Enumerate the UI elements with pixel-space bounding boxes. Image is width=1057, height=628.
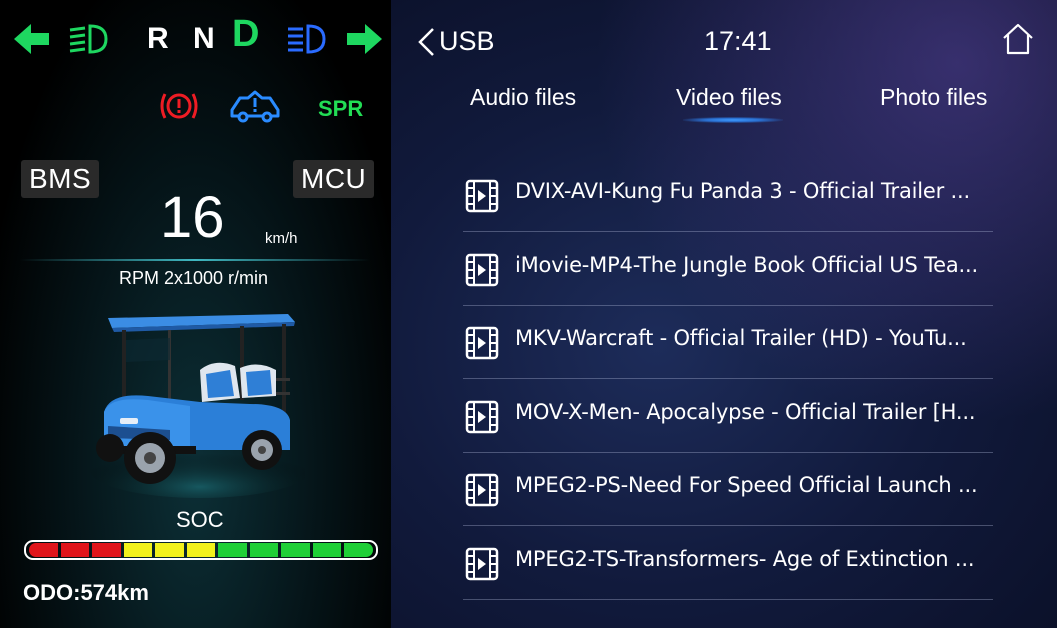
active-tab-indicator (683, 117, 783, 123)
speed-unit: km/h (265, 230, 298, 247)
video-file-icon (465, 179, 499, 218)
screen: R N D SPR BMS MCU 16 km/h RPM 2x1000 r/m… (0, 0, 1057, 628)
video-file-item[interactable]: MPEG2-PS-Need For Speed Official Launch … (463, 451, 993, 526)
source-title: USB (439, 26, 495, 56)
video-file-name: MPEG2-TS-Transformers- Age of Extinction… (515, 546, 975, 571)
video-file-icon (465, 400, 499, 439)
video-file-item[interactable]: MKV-Warcraft - Official Trailer (HD) - Y… (463, 304, 993, 379)
soc-battery-bar (24, 540, 378, 560)
tab-photo-files[interactable]: Photo files (880, 84, 987, 111)
spr-indicator: SPR (318, 96, 364, 121)
arrow-right-icon (347, 24, 382, 54)
gear-n: N (193, 22, 215, 55)
video-file-name: iMovie-MP4-The Jungle Book Official US T… (515, 252, 978, 277)
odometer: ODO:574km (23, 580, 149, 605)
soc-segment (155, 543, 184, 557)
video-file-item[interactable]: DVIX-AVI-Kung Fu Panda 3 - Official Trai… (463, 157, 993, 232)
tab-audio-files[interactable]: Audio files (470, 84, 576, 111)
soc-segment (344, 543, 374, 557)
media-panel: USB 17:41 Audio files Video files Photo … (391, 0, 1057, 628)
soc-segment (281, 543, 310, 557)
speed-value: 16 (160, 185, 225, 250)
video-file-item[interactable]: MPEG2-TS-Transformers- Age of Extinction… (463, 525, 993, 600)
golf-cart-image (90, 314, 305, 498)
video-file-name: MOV-X-Men- Apocalypse - Official Trailer… (515, 399, 976, 424)
tab-video-files[interactable]: Video files (676, 84, 782, 111)
video-file-item[interactable]: MOV-X-Men- Apocalypse - Official Trailer… (463, 378, 993, 453)
video-file-icon (465, 326, 499, 365)
soc-segment (123, 543, 153, 557)
high-beam-icon (288, 24, 326, 54)
video-file-name: DVIX-AVI-Kung Fu Panda 3 - Official Trai… (515, 179, 970, 203)
back-button[interactable]: USB (417, 26, 495, 57)
bms-button[interactable]: BMS (21, 160, 100, 198)
speed-divider (20, 259, 370, 261)
brake-warning-icon (160, 93, 198, 119)
video-file-icon (465, 473, 499, 512)
rpm-readout: RPM 2x1000 r/min (119, 268, 269, 288)
chevron-left-icon (418, 27, 434, 56)
gear-indicator-bar: R N D (10, 13, 390, 62)
soc-segment (186, 543, 216, 557)
vehicle-fault-icon (230, 90, 280, 123)
soc-label: SOC (176, 507, 224, 532)
soc-segment (60, 543, 90, 557)
arrow-left-icon (14, 24, 49, 54)
home-icon[interactable] (1001, 22, 1035, 56)
video-file-icon (465, 547, 499, 586)
soc-segment (218, 543, 247, 557)
mcu-button[interactable]: MCU (293, 160, 375, 198)
video-file-name: MPEG2-PS-Need For Speed Official Launch … (515, 473, 978, 497)
clock: 17:41 (704, 26, 772, 56)
video-file-name: MKV-Warcraft - Official Trailer (HD) - Y… (515, 326, 967, 350)
low-beam-icon (69, 24, 108, 54)
gear-r: R (147, 22, 169, 55)
video-file-item[interactable]: iMovie-MP4-The Jungle Book Official US T… (463, 231, 993, 306)
soc-segment (29, 543, 58, 557)
video-file-icon (465, 253, 499, 292)
soc-segment (249, 543, 279, 557)
dashboard-panel: R N D SPR BMS MCU 16 km/h RPM 2x1000 r/m… (0, 0, 391, 628)
soc-segment (92, 543, 121, 557)
gear-d: D (232, 13, 260, 55)
soc-segment (312, 543, 342, 557)
